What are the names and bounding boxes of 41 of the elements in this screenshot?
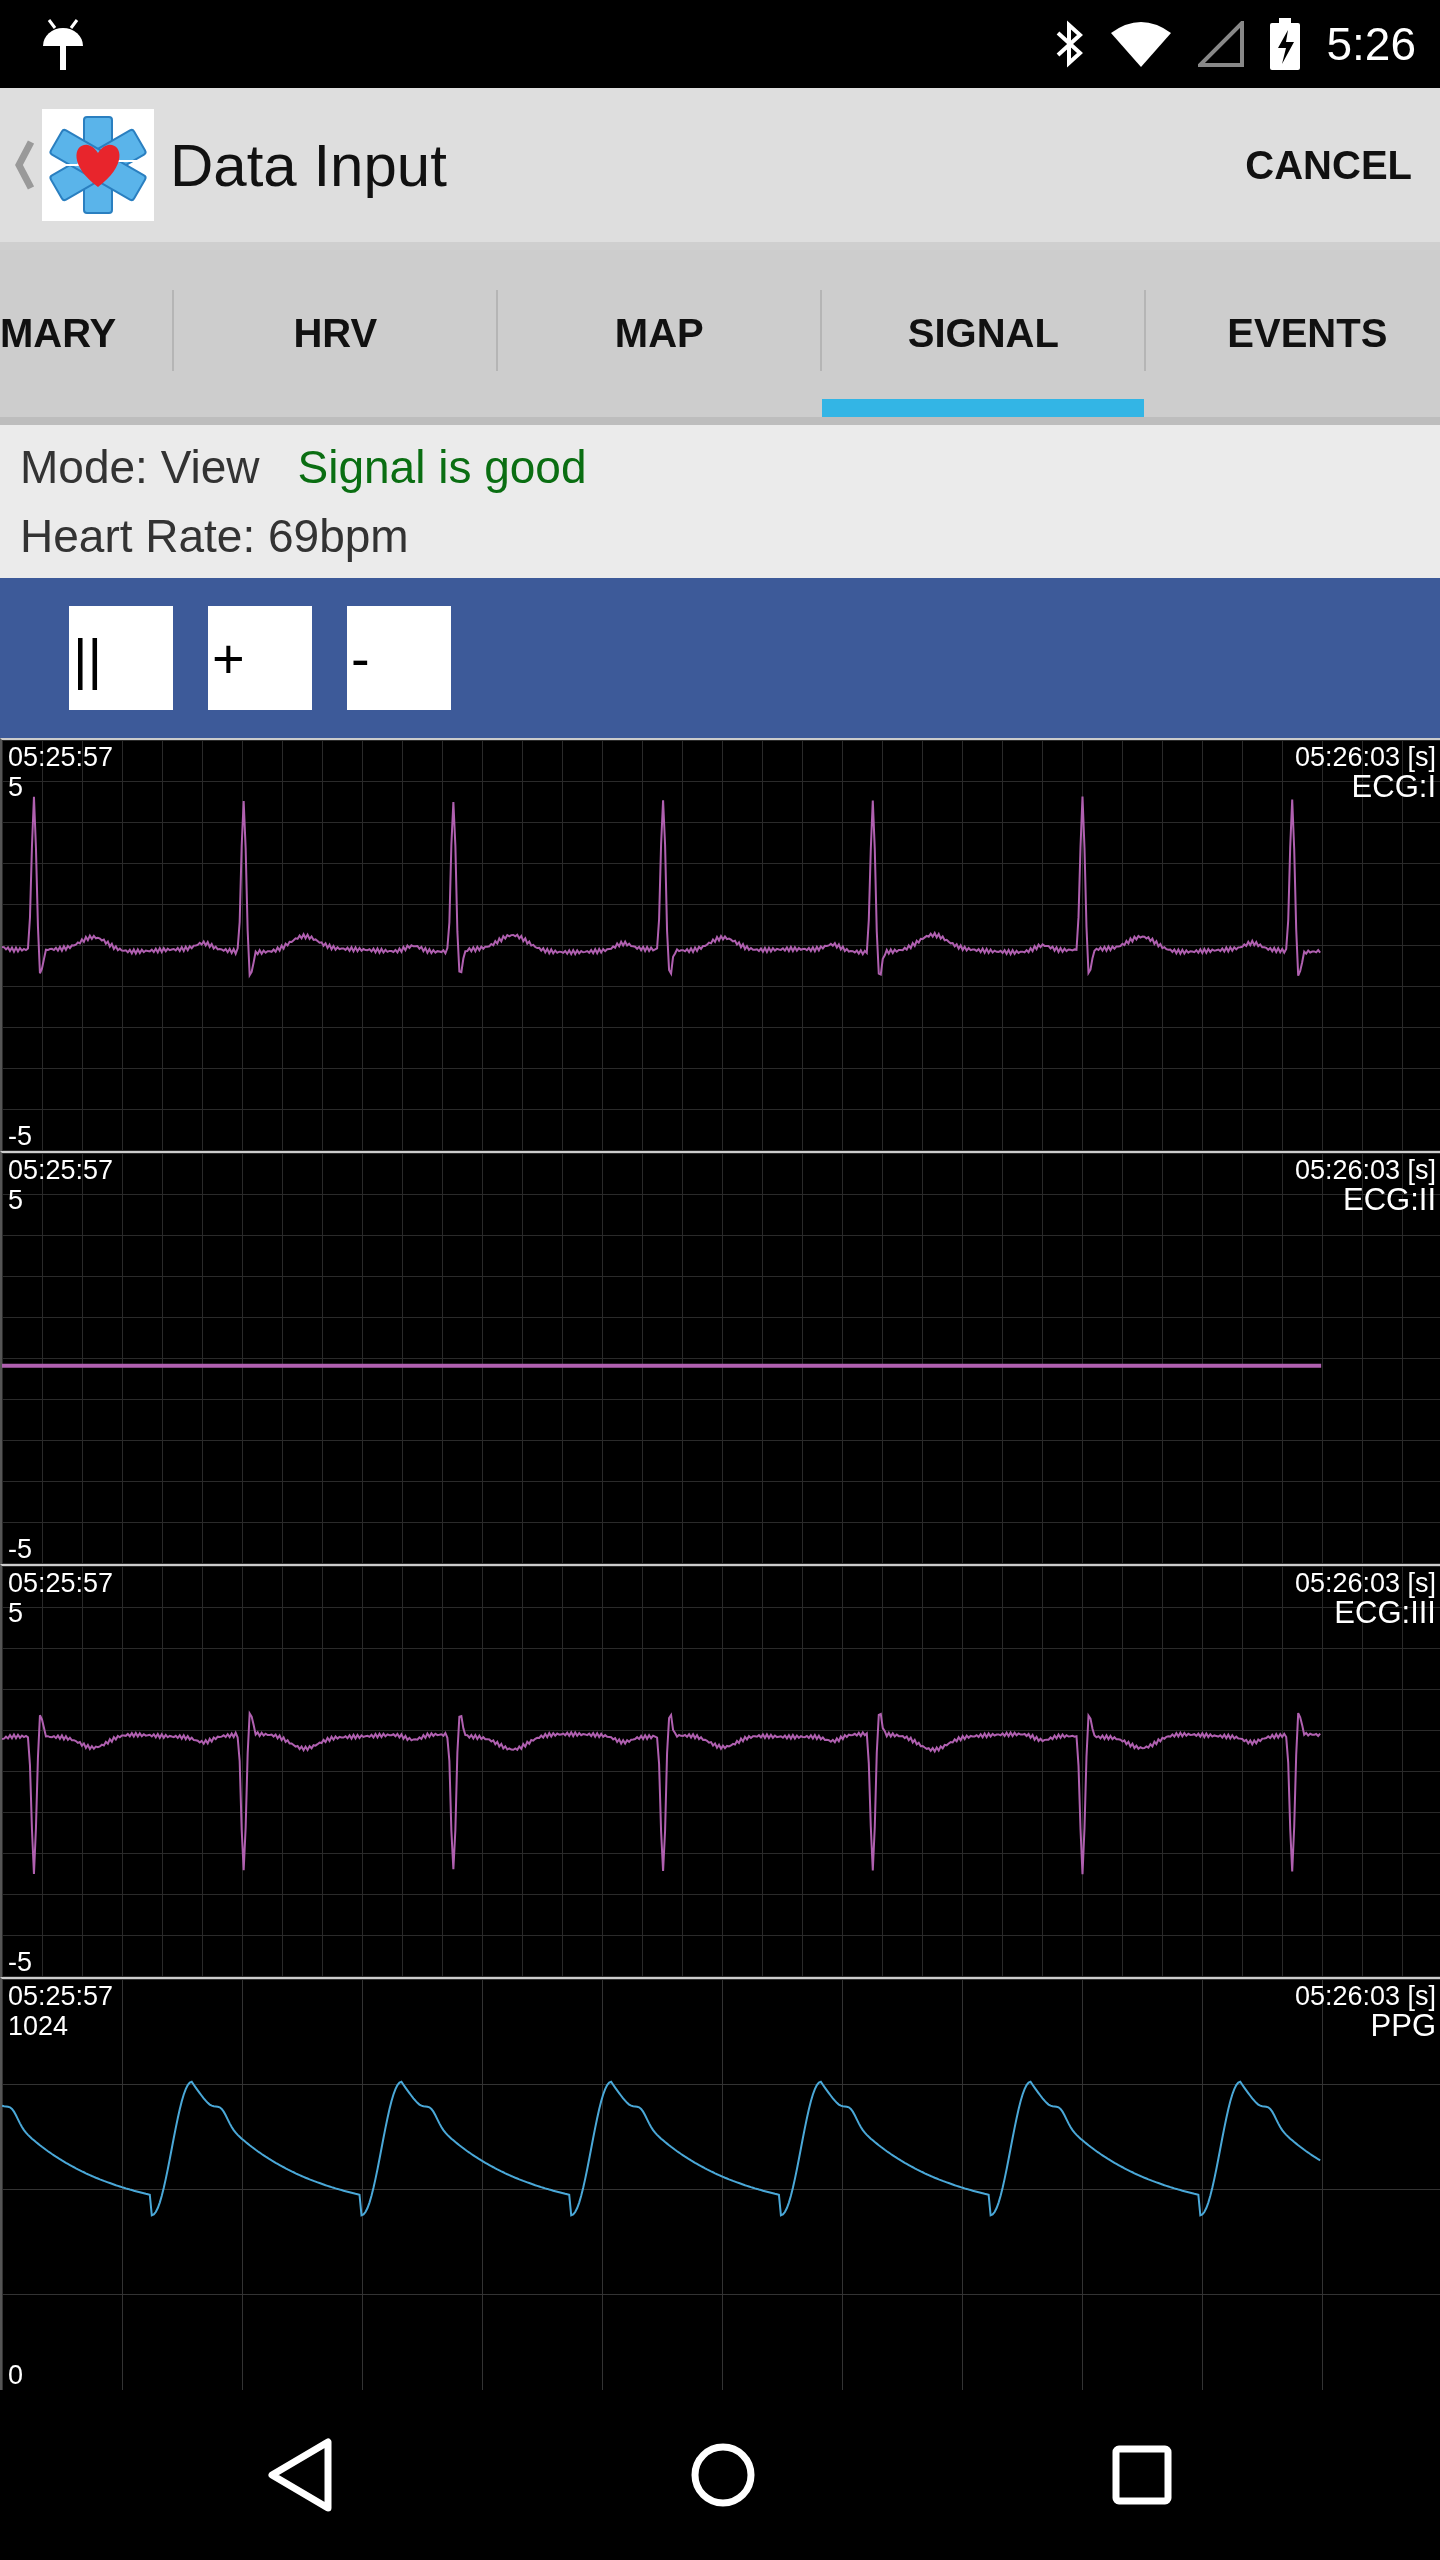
signal-status-text: Signal is good bbox=[297, 440, 587, 495]
recents-icon[interactable] bbox=[1112, 2445, 1172, 2505]
channel-label: ECG:I bbox=[1351, 772, 1436, 802]
axis-min-label: -5 bbox=[8, 1121, 32, 1151]
end-time-label: 05:26:03 [s] bbox=[1294, 742, 1436, 772]
axis-max-label: 5 bbox=[8, 772, 24, 802]
control-button[interactable]: + bbox=[208, 606, 312, 710]
home-icon[interactable] bbox=[690, 2442, 756, 2508]
wifi-icon bbox=[1110, 21, 1173, 67]
end-time-label: 05:26:03 [s] bbox=[1294, 1155, 1436, 1185]
bluetooth-icon bbox=[1054, 19, 1085, 69]
axis-min-label: 0 bbox=[8, 2360, 24, 2390]
tab[interactable]: MAP bbox=[498, 250, 821, 417]
start-time-label: 05:25:57 bbox=[8, 1981, 114, 2011]
cancel-button[interactable]: CANCEL bbox=[1245, 132, 1412, 198]
tab[interactable]: EVENTS bbox=[1146, 250, 1440, 417]
end-time-label: 05:26:03 [s] bbox=[1294, 1981, 1436, 2011]
battery-icon bbox=[1270, 18, 1301, 70]
screen-title: Data Input bbox=[170, 130, 448, 200]
heart-rate-text: Heart Rate: 69bpm bbox=[20, 508, 410, 563]
back-icon[interactable] bbox=[268, 2438, 334, 2512]
channel-label: ECG:III bbox=[1334, 1598, 1436, 1628]
axis-min-label: -5 bbox=[8, 1534, 32, 1564]
clock-time: 5:26 bbox=[1326, 17, 1416, 71]
axis-max-label: 5 bbox=[8, 1185, 24, 1215]
control-button[interactable]: - bbox=[347, 606, 451, 710]
tab[interactable]: MARY bbox=[0, 250, 173, 417]
axis-max-label: 1024 bbox=[8, 2011, 69, 2041]
tab[interactable]: HRV bbox=[174, 250, 497, 417]
start-time-label: 05:25:57 bbox=[8, 1568, 114, 1598]
control-button[interactable]: || bbox=[69, 606, 173, 710]
axis-min-label: -5 bbox=[8, 1947, 32, 1977]
android-icon bbox=[40, 16, 86, 72]
mode-text: Mode: View bbox=[20, 440, 260, 495]
start-time-label: 05:25:57 bbox=[8, 742, 114, 772]
start-time-label: 05:25:57 bbox=[8, 1155, 114, 1185]
end-time-label: 05:26:03 [s] bbox=[1294, 1568, 1436, 1598]
signal-icon bbox=[1198, 21, 1245, 67]
channel-label: ECG:II bbox=[1343, 1185, 1436, 1215]
axis-max-label: 5 bbox=[8, 1598, 24, 1628]
channel-label: PPG bbox=[1370, 2011, 1436, 2041]
